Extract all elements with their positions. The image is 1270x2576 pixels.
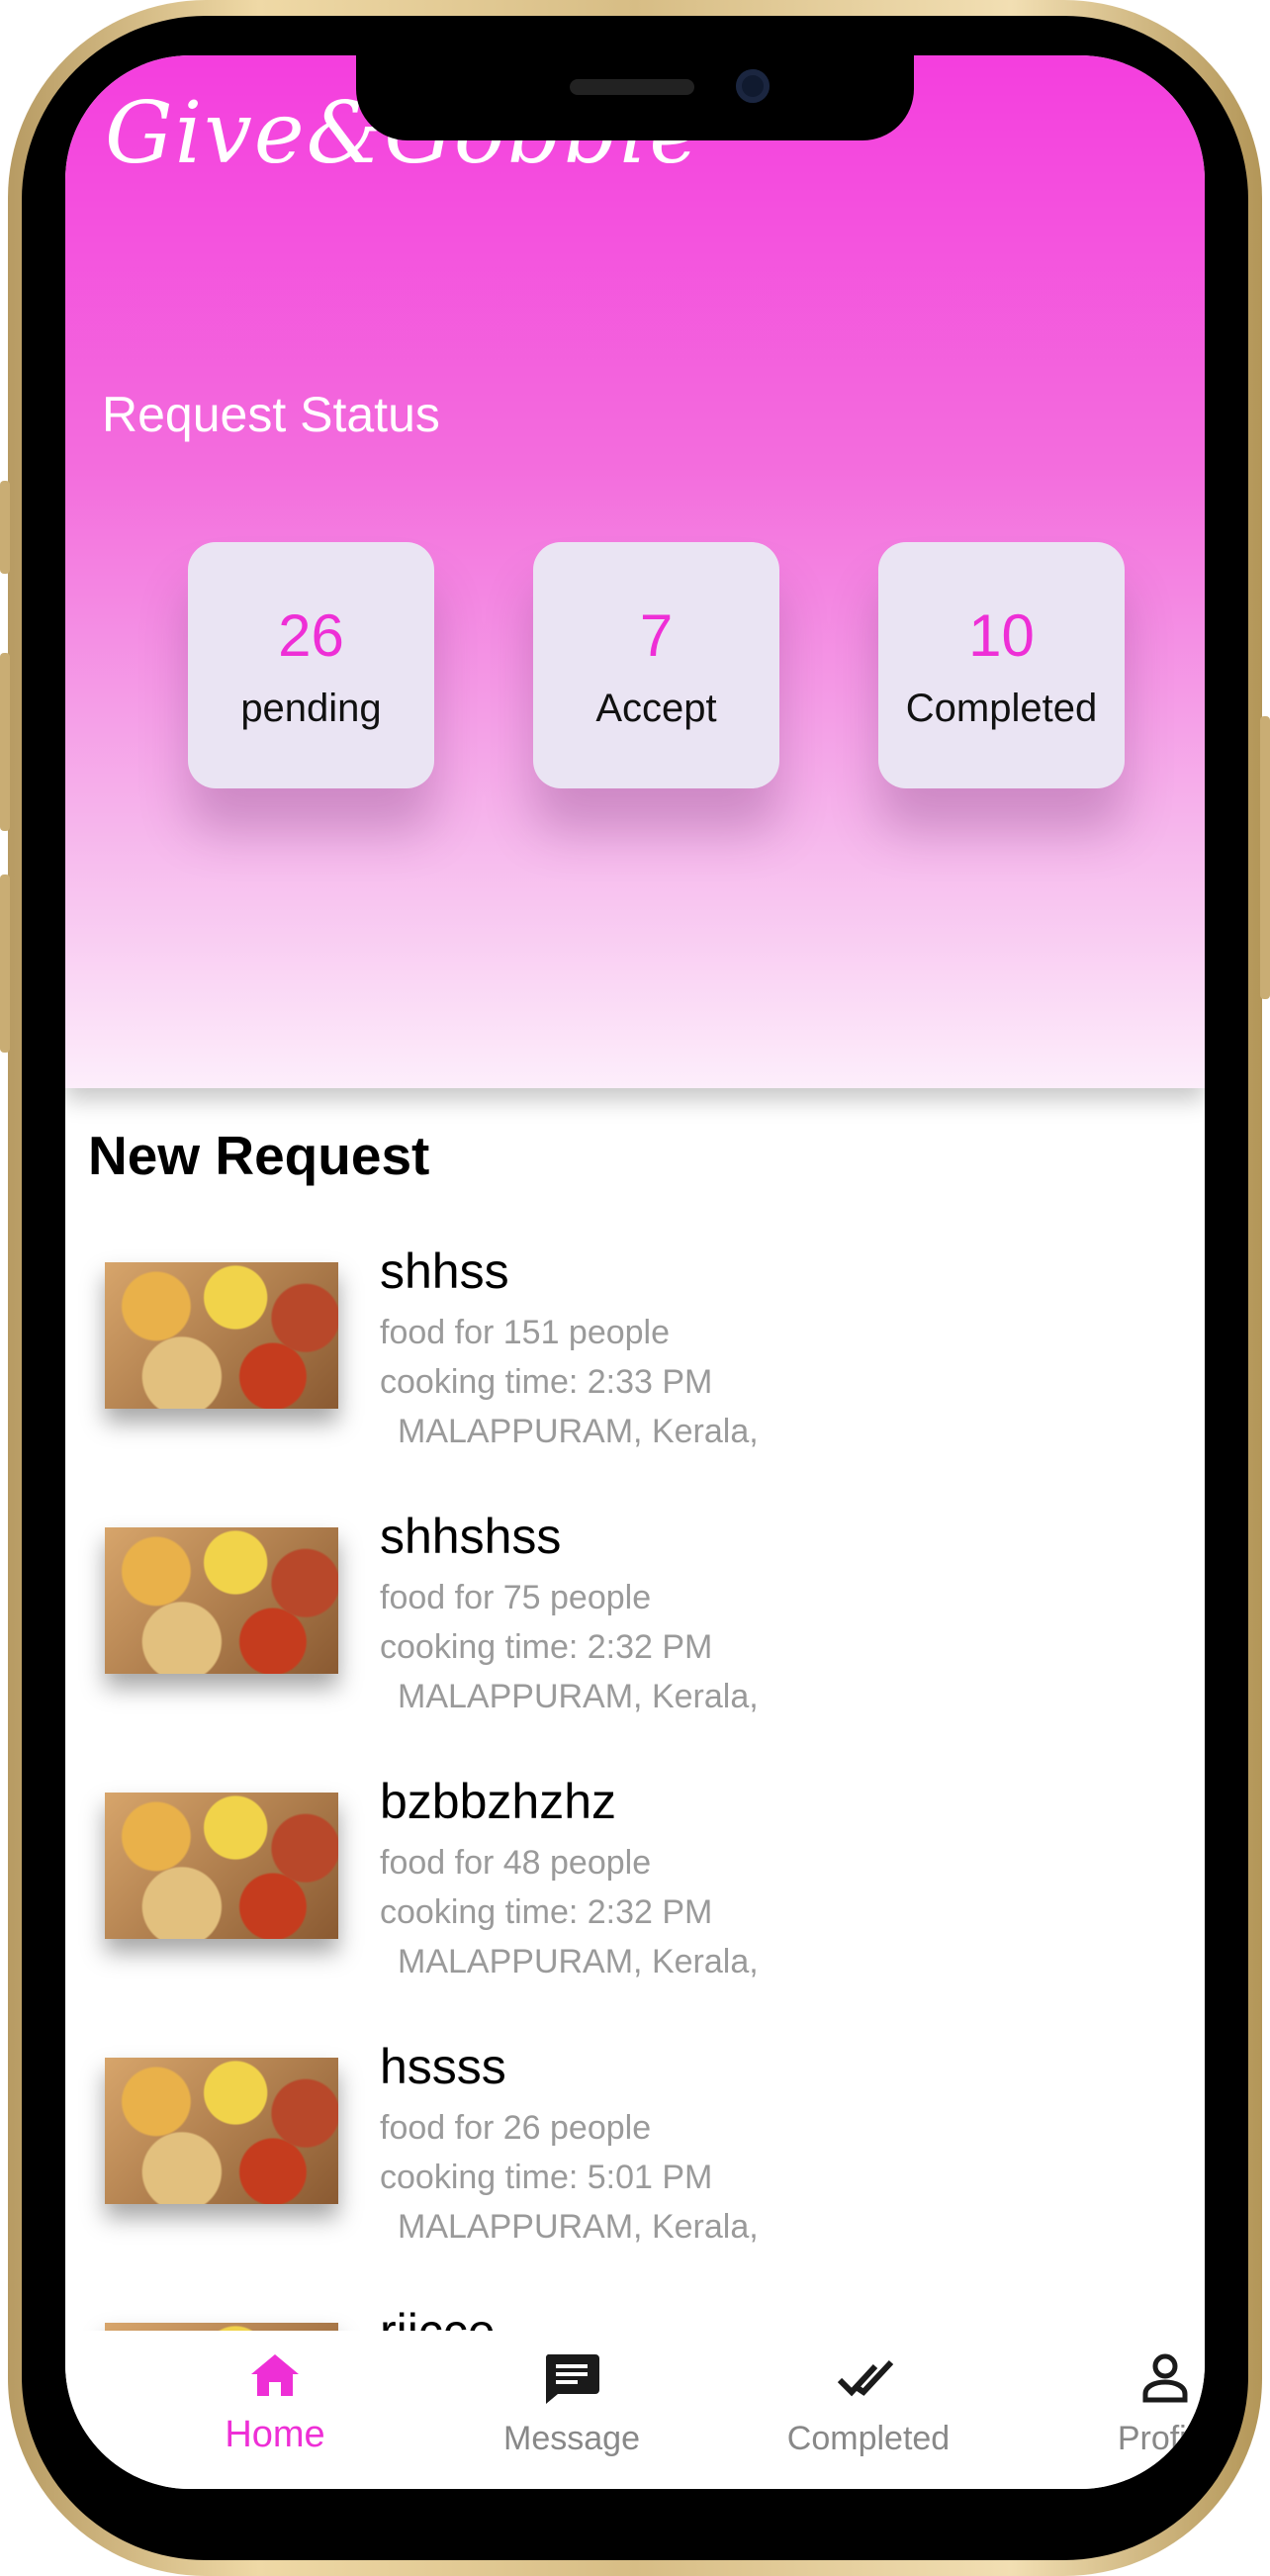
app-screen: Give&Gobble Request Status 26 pending 7 … (65, 55, 1205, 2489)
request-item[interactable]: shhshss food for 75 people cooking time:… (65, 1508, 1205, 1773)
accept-card[interactable]: 7 Accept (533, 542, 779, 788)
completed-card[interactable]: 10 Completed (878, 542, 1125, 788)
accept-label: Accept (595, 687, 717, 730)
location: MALAPPURAM, Kerala, (398, 1943, 759, 1980)
speaker (570, 79, 694, 95)
food-quantity: food for 48 people (380, 1844, 652, 1882)
food-image (105, 2058, 338, 2204)
silent-switch (0, 481, 10, 574)
completed-count: 10 (968, 602, 1035, 669)
cooking-time: cooking time: 2:33 PM (380, 1363, 713, 1401)
food-image (105, 1527, 338, 1674)
request-status-title: Request Status (102, 387, 440, 442)
request-list[interactable]: shhss food for 151 people cooking time: … (65, 1223, 1205, 2390)
request-item[interactable]: bzbbzhzhz food for 48 people cooking tim… (65, 1773, 1205, 2038)
home-indicator[interactable] (451, 2461, 732, 2470)
message-icon (545, 2354, 599, 2404)
pending-card[interactable]: 26 pending (188, 542, 434, 788)
power-button (1260, 716, 1270, 999)
request-name: hssss (380, 2039, 506, 2094)
nav-message-label: Message (503, 2420, 640, 2457)
request-name: shhss (380, 1243, 509, 1299)
accept-count: 7 (639, 602, 674, 669)
request-name: bzbbzhzhz (380, 1774, 617, 1829)
volume-down-button (0, 874, 10, 1053)
new-request-title: New Request (88, 1125, 430, 1186)
request-name: shhshss (380, 1509, 562, 1564)
completed-label: Completed (905, 687, 1098, 730)
request-item[interactable]: hssss food for 26 people cooking time: 5… (65, 2038, 1205, 2303)
nav-home[interactable]: Home (166, 2350, 384, 2456)
food-image (105, 1793, 338, 1939)
request-item[interactable]: shhss food for 151 people cooking time: … (65, 1242, 1205, 1508)
profile-icon (1142, 2353, 1188, 2403)
nav-home-label: Home (225, 2414, 325, 2455)
cooking-time: cooking time: 2:32 PM (380, 1893, 713, 1931)
food-image (105, 1262, 338, 1409)
food-quantity: food for 26 people (380, 2109, 652, 2147)
food-quantity: food for 151 people (380, 1314, 671, 1351)
nav-profile-label: Profile (1117, 2420, 1205, 2457)
notch (356, 55, 914, 140)
location: MALAPPURAM, Kerala, (398, 2208, 759, 2246)
cooking-time: cooking time: 5:01 PM (380, 2159, 713, 2196)
location: MALAPPURAM, Kerala, (398, 1678, 759, 1715)
home-icon (251, 2354, 299, 2396)
camera-icon (736, 69, 770, 103)
nav-message[interactable]: Message (463, 2350, 680, 2458)
header: Give&Gobble Request Status 26 pending 7 … (65, 55, 1205, 1088)
double-check-icon (837, 2359, 894, 2397)
pending-count: 26 (278, 602, 344, 669)
pending-label: pending (240, 687, 382, 730)
cooking-time: cooking time: 2:32 PM (380, 1628, 713, 1666)
nav-profile[interactable]: Profile (1056, 2350, 1205, 2458)
food-quantity: food for 75 people (380, 1579, 652, 1616)
nav-completed[interactable]: Completed (760, 2350, 977, 2458)
location: MALAPPURAM, Kerala, (398, 1413, 759, 1450)
volume-up-button (0, 653, 10, 831)
nav-completed-label: Completed (786, 2420, 951, 2457)
